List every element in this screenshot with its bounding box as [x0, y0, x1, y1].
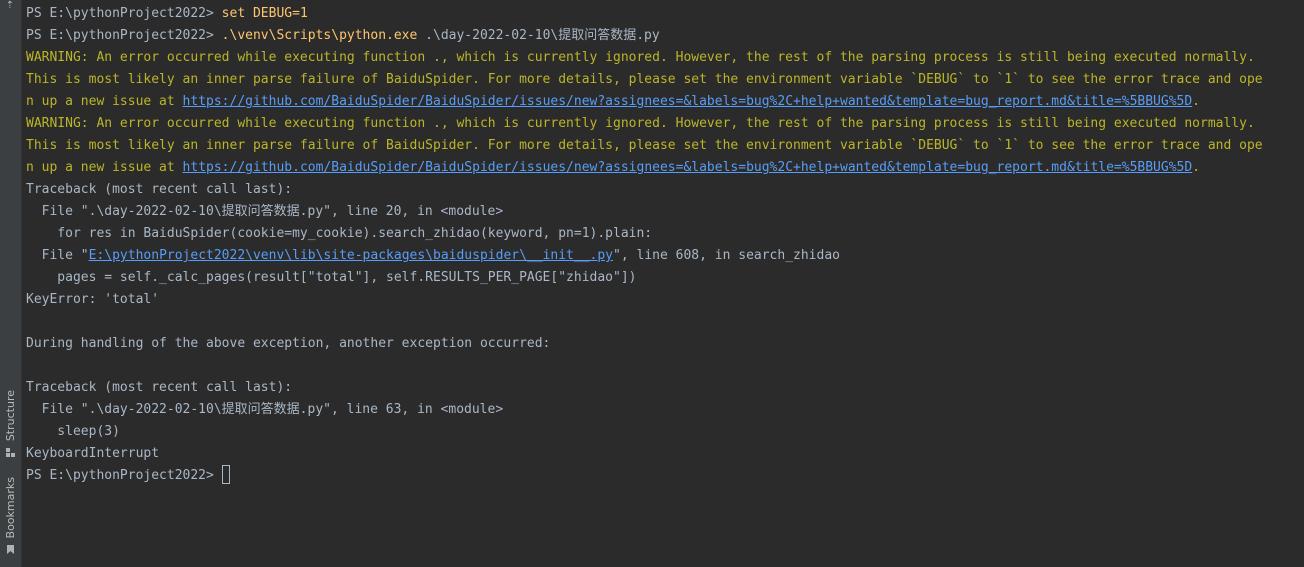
traceback-code-line: pages = self._calc_pages(result["total"]…: [26, 270, 637, 285]
structure-tab[interactable]: Structure: [0, 385, 21, 463]
traceback-header: Traceback (most recent call last):: [26, 380, 293, 395]
bookmarks-tab[interactable]: Bookmarks: [0, 470, 21, 560]
text-cursor[interactable]: [221, 465, 230, 484]
terminal-line: PS E:\pythonProject2022> set DEBUG=1: [26, 3, 1298, 25]
command-args: .\day-2022-02-10\提取问答数据.py: [417, 28, 660, 43]
terminal-output[interactable]: PS E:\pythonProject2022> set DEBUG=1 PS …: [26, 3, 1298, 487]
traceback-file-line: File ".\day-2022-02-10\提取问答数据.py", line …: [26, 204, 504, 219]
warning-line: This is most likely an inner parse failu…: [26, 138, 1263, 153]
warning-line: WARNING: An error occurred while executi…: [26, 116, 1255, 131]
issue-link[interactable]: https://github.com/BaiduSpider/BaiduSpid…: [183, 160, 1193, 175]
traceback-file-line: File ".\day-2022-02-10\提取问答数据.py", line …: [26, 402, 504, 417]
file-prefix: File ": [26, 248, 89, 263]
warning-text: .: [1192, 160, 1201, 175]
prompt: PS E:\pythonProject2022>: [26, 6, 222, 21]
warning-line: n up a new issue at https://github.com/B…: [26, 91, 1298, 113]
warning-line: n up a new issue at https://github.com/B…: [26, 157, 1298, 179]
terminal-line: PS E:\pythonProject2022>: [26, 465, 1298, 487]
structure-tab-label: Structure: [4, 389, 17, 441]
prompt: PS E:\pythonProject2022>: [26, 28, 222, 43]
traceback-code-line: sleep(3): [26, 424, 120, 439]
warning-line: WARNING: An error occurred while executi…: [26, 50, 1255, 65]
collapse-icon[interactable]: ⇡: [4, 0, 16, 12]
command-text: set DEBUG=1: [221, 6, 308, 21]
side-tool-strip: ⇡ Structure Bookmarks: [0, 0, 22, 567]
bookmark-icon: [7, 545, 14, 554]
warning-text: .: [1192, 94, 1201, 109]
structure-icon: [6, 448, 15, 457]
issue-link[interactable]: https://github.com/BaiduSpider/BaiduSpid…: [183, 94, 1193, 109]
bookmarks-tab-label: Bookmarks: [4, 476, 17, 538]
terminal-window: ⇡ Structure Bookmarks PS E:\pythonProjec…: [0, 0, 1304, 567]
exception-chain-line: During handling of the above exception, …: [26, 336, 551, 351]
command-text: .\venv\Scripts\python.exe: [221, 28, 418, 43]
warning-line: This is most likely an inner parse failu…: [26, 72, 1263, 87]
file-suffix: ", line 608, in search_zhidao: [613, 248, 840, 263]
warning-text: n up a new issue at: [26, 160, 183, 175]
error-line: KeyboardInterrupt: [26, 446, 160, 461]
traceback-header: Traceback (most recent call last):: [26, 182, 293, 197]
warning-text: n up a new issue at: [26, 94, 183, 109]
source-file-link[interactable]: E:\pythonProject2022\venv\lib\site-packa…: [89, 248, 613, 263]
traceback-code-line: for res in BaiduSpider(cookie=my_cookie)…: [26, 226, 653, 241]
error-line: KeyError: 'total': [26, 292, 160, 307]
traceback-file-line: File "E:\pythonProject2022\venv\lib\site…: [26, 245, 1298, 267]
prompt: PS E:\pythonProject2022>: [26, 468, 222, 483]
terminal-line: PS E:\pythonProject2022> .\venv\Scripts\…: [26, 25, 1298, 47]
